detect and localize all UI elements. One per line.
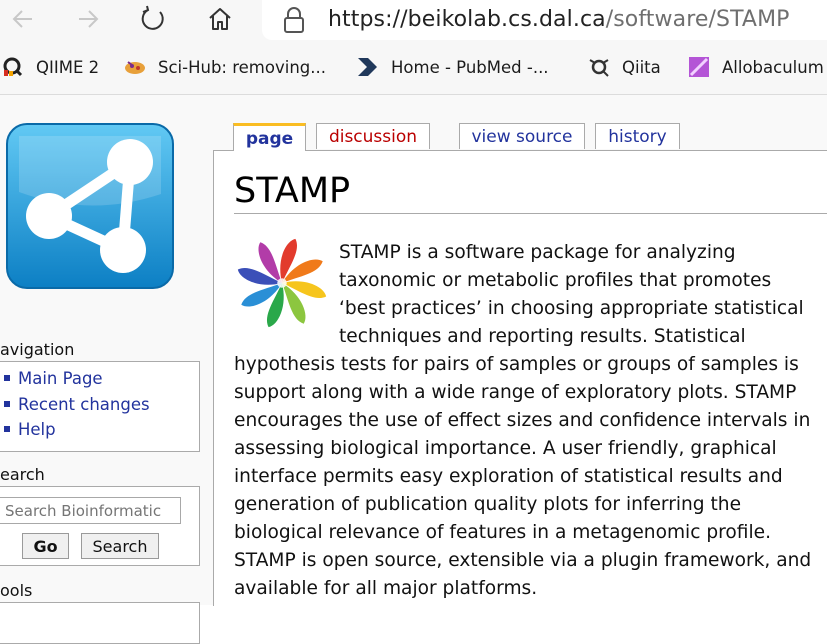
search-button[interactable]: Search [81, 533, 159, 559]
bullet-icon [4, 400, 10, 407]
qiita-favicon [588, 56, 610, 78]
bookmark-label: QIIME 2 [36, 57, 100, 77]
back-button[interactable] [6, 4, 40, 34]
nav-link-label: Help [18, 420, 56, 439]
tab-page[interactable]: page [233, 123, 306, 151]
bookmark-qiita[interactable]: Qiita [588, 54, 661, 80]
bullet-icon [4, 425, 10, 432]
bookmark-pubmed[interactable]: Home - PubMed -... [357, 54, 549, 80]
home-button[interactable] [203, 4, 237, 34]
bookmark-label: Home - PubMed -... [391, 57, 549, 77]
search-portlet: Go Search [0, 486, 200, 566]
forward-button[interactable] [71, 4, 105, 34]
content-area: STAMP STAMP is a software package for an… [213, 150, 827, 606]
arrow-left-icon [12, 10, 32, 28]
refresh-icon [141, 5, 164, 30]
allobaculum-favicon [688, 56, 710, 78]
nav-link-help[interactable]: Help [4, 420, 56, 439]
bookmark-label: Allobaculum [722, 57, 824, 77]
qiime2-favicon [2, 56, 24, 78]
tools-heading: ools [0, 581, 33, 600]
bookmark-label: Qiita [622, 57, 661, 77]
refresh-button[interactable] [136, 4, 170, 34]
wiki-page: avigation Main Page Recent changes Help … [0, 95, 827, 644]
browser-toolbar: https://beikolab.cs.dal.ca/software/STAM… [0, 0, 827, 42]
bookmark-allobaculum[interactable]: Allobaculum [688, 54, 824, 80]
tab-view-source[interactable]: view source [459, 123, 585, 149]
nav-link-recent-changes[interactable]: Recent changes [4, 395, 150, 414]
bookmark-qiime2[interactable]: QIIME 2 [2, 54, 99, 80]
page-title: STAMP [234, 171, 351, 211]
url-host: https://beikolab.cs.dal.ca [328, 7, 606, 32]
url-path: /software/STAMP [605, 7, 790, 32]
nav-link-label: Main Page [18, 369, 103, 388]
bullet-icon [4, 374, 10, 381]
tab-discussion[interactable]: discussion [316, 123, 430, 149]
article-body: STAMP is a software package for analyzin… [234, 242, 812, 599]
tab-history[interactable]: history [595, 123, 680, 149]
bookmark-label: Sci-Hub: removing... [158, 57, 326, 77]
nav-link-label: Recent changes [18, 395, 150, 414]
tools-portlet [0, 602, 200, 644]
bookmarks-bar: QIIME 2 Sci-Hub: removing... Home - PubM… [0, 42, 827, 95]
pubmed-favicon [357, 56, 379, 78]
go-button[interactable]: Go [22, 533, 69, 559]
heading-divider [234, 213, 827, 214]
search-heading: earch [0, 465, 45, 484]
bookmark-scihub[interactable]: Sci-Hub: removing... [124, 54, 326, 80]
navigation-heading: avigation [0, 340, 75, 359]
site-logo[interactable] [5, 122, 175, 290]
scihub-favicon [124, 56, 146, 78]
search-input[interactable] [0, 497, 181, 524]
navigation-portlet: Main Page Recent changes Help [0, 361, 200, 452]
arrow-right-icon [79, 10, 99, 28]
nav-link-main-page[interactable]: Main Page [4, 369, 103, 388]
home-icon [209, 8, 231, 30]
url-text[interactable]: https://beikolab.cs.dal.ca/software/STAM… [328, 6, 790, 34]
lock-icon [284, 7, 304, 33]
